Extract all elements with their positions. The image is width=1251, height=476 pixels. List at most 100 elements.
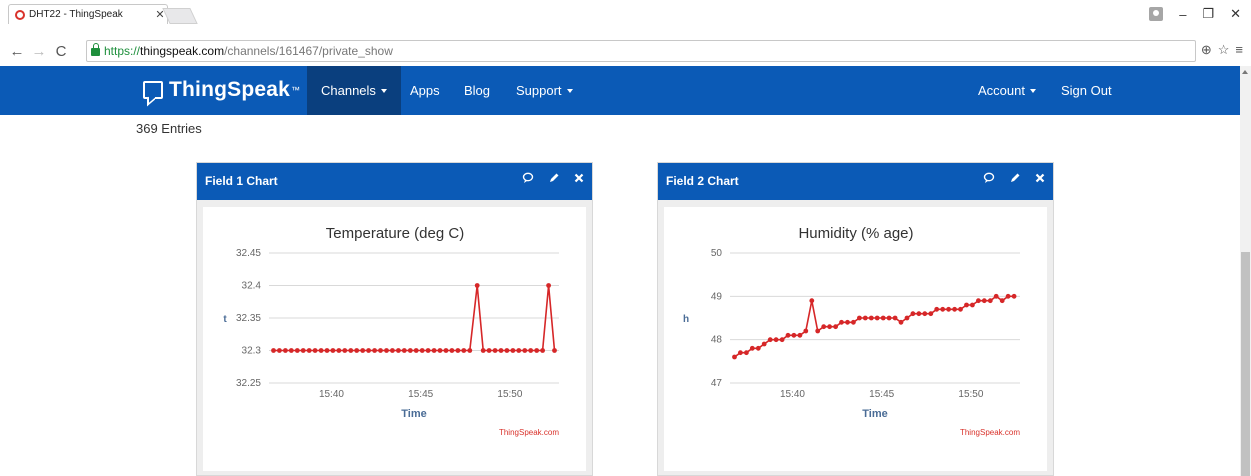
- restore-icon[interactable]: ❐: [1202, 6, 1214, 22]
- data-point[interactable]: [981, 298, 987, 304]
- data-point[interactable]: [342, 348, 348, 353]
- data-point[interactable]: [732, 354, 737, 360]
- data-point[interactable]: [851, 319, 856, 325]
- data-point[interactable]: [366, 348, 371, 353]
- data-point[interactable]: [785, 332, 791, 338]
- data-point[interactable]: [288, 348, 294, 353]
- url-input[interactable]: https://thingspeak.com/channels/161467/p…: [86, 40, 1196, 62]
- data-point[interactable]: [480, 348, 486, 353]
- data-point[interactable]: [360, 348, 366, 353]
- data-point[interactable]: [419, 348, 425, 353]
- data-point[interactable]: [904, 315, 910, 321]
- data-point[interactable]: [952, 306, 957, 312]
- data-point[interactable]: [761, 341, 767, 347]
- nav-account[interactable]: Account: [978, 66, 1036, 115]
- nav-blog[interactable]: Blog: [464, 66, 490, 115]
- data-point[interactable]: [546, 283, 551, 288]
- comment-icon[interactable]: [522, 172, 534, 184]
- data-point[interactable]: [815, 328, 821, 334]
- nav-channels[interactable]: Channels: [307, 66, 401, 115]
- data-point[interactable]: [271, 348, 276, 353]
- data-point[interactable]: [744, 350, 749, 356]
- scrollbar-thumb[interactable]: [1241, 252, 1250, 476]
- data-point[interactable]: [540, 348, 545, 353]
- back-arrow-icon[interactable]: ←: [8, 43, 26, 60]
- data-point[interactable]: [845, 319, 850, 325]
- data-point[interactable]: [803, 328, 809, 334]
- data-point[interactable]: [516, 348, 522, 353]
- data-point[interactable]: [277, 348, 282, 353]
- data-point[interactable]: [443, 348, 449, 353]
- data-point[interactable]: [372, 348, 377, 353]
- data-point[interactable]: [407, 348, 413, 353]
- data-point[interactable]: [474, 283, 480, 288]
- data-point[interactable]: [390, 348, 395, 353]
- data-point[interactable]: [437, 348, 443, 353]
- bookmark-star-icon[interactable]: ☆: [1218, 42, 1230, 58]
- reload-icon[interactable]: C: [52, 43, 70, 60]
- data-point[interactable]: [336, 348, 342, 353]
- data-point[interactable]: [330, 348, 336, 353]
- user-profile-icon[interactable]: [1149, 7, 1164, 21]
- data-point[interactable]: [940, 306, 946, 312]
- data-point[interactable]: [401, 348, 407, 353]
- data-point[interactable]: [534, 348, 540, 353]
- forward-arrow-icon[interactable]: →: [30, 43, 48, 60]
- chart-credit[interactable]: ThingSpeak.com: [499, 428, 559, 437]
- data-point[interactable]: [324, 348, 330, 353]
- data-point[interactable]: [874, 315, 880, 321]
- data-point[interactable]: [922, 311, 928, 317]
- data-point[interactable]: [773, 337, 779, 343]
- scroll-up-icon[interactable]: [1242, 70, 1248, 74]
- data-point[interactable]: [821, 324, 827, 330]
- pencil-icon[interactable]: [548, 172, 560, 184]
- close-icon[interactable]: [574, 173, 584, 183]
- data-point[interactable]: [987, 298, 993, 304]
- data-point[interactable]: [510, 348, 516, 353]
- data-point[interactable]: [970, 302, 975, 308]
- data-point[interactable]: [934, 306, 940, 312]
- data-point[interactable]: [999, 298, 1005, 304]
- data-point[interactable]: [522, 348, 528, 353]
- data-point[interactable]: [498, 348, 504, 353]
- data-point[interactable]: [378, 348, 383, 353]
- data-point[interactable]: [504, 348, 510, 353]
- data-point[interactable]: [1005, 293, 1011, 299]
- data-point[interactable]: [486, 348, 492, 353]
- data-point[interactable]: [492, 348, 498, 353]
- data-point[interactable]: [467, 348, 473, 353]
- data-point[interactable]: [791, 332, 797, 338]
- data-point[interactable]: [767, 337, 773, 343]
- data-point[interactable]: [993, 293, 999, 299]
- data-point[interactable]: [461, 348, 467, 353]
- data-point[interactable]: [976, 298, 981, 304]
- pencil-icon[interactable]: [1009, 172, 1021, 184]
- data-point[interactable]: [455, 348, 461, 353]
- data-point[interactable]: [552, 348, 557, 353]
- thingspeak-logo[interactable]: ThingSpeak ™: [143, 76, 300, 104]
- data-point[interactable]: [862, 315, 868, 321]
- data-point[interactable]: [300, 348, 306, 353]
- data-point[interactable]: [946, 306, 951, 312]
- data-point[interactable]: [413, 348, 419, 353]
- data-point[interactable]: [916, 311, 922, 317]
- nav-support[interactable]: Support: [516, 66, 573, 115]
- data-point[interactable]: [318, 348, 324, 353]
- data-point[interactable]: [928, 311, 934, 317]
- data-point[interactable]: [827, 324, 832, 330]
- data-point[interactable]: [449, 348, 455, 353]
- data-point[interactable]: [880, 315, 886, 321]
- data-point[interactable]: [354, 348, 360, 353]
- data-point[interactable]: [294, 348, 300, 353]
- nav-sign-out[interactable]: Sign Out: [1061, 66, 1112, 115]
- browser-menu-icon[interactable]: ≡: [1235, 42, 1243, 58]
- minimize-icon[interactable]: –: [1179, 7, 1186, 22]
- browser-tab[interactable]: DHT22 - ThingSpeak ✕: [8, 4, 168, 24]
- data-point[interactable]: [755, 345, 761, 351]
- data-point[interactable]: [431, 348, 437, 353]
- data-point[interactable]: [833, 324, 838, 330]
- data-point[interactable]: [868, 315, 874, 321]
- data-point[interactable]: [528, 348, 534, 353]
- data-point[interactable]: [283, 348, 288, 353]
- data-point[interactable]: [396, 348, 401, 353]
